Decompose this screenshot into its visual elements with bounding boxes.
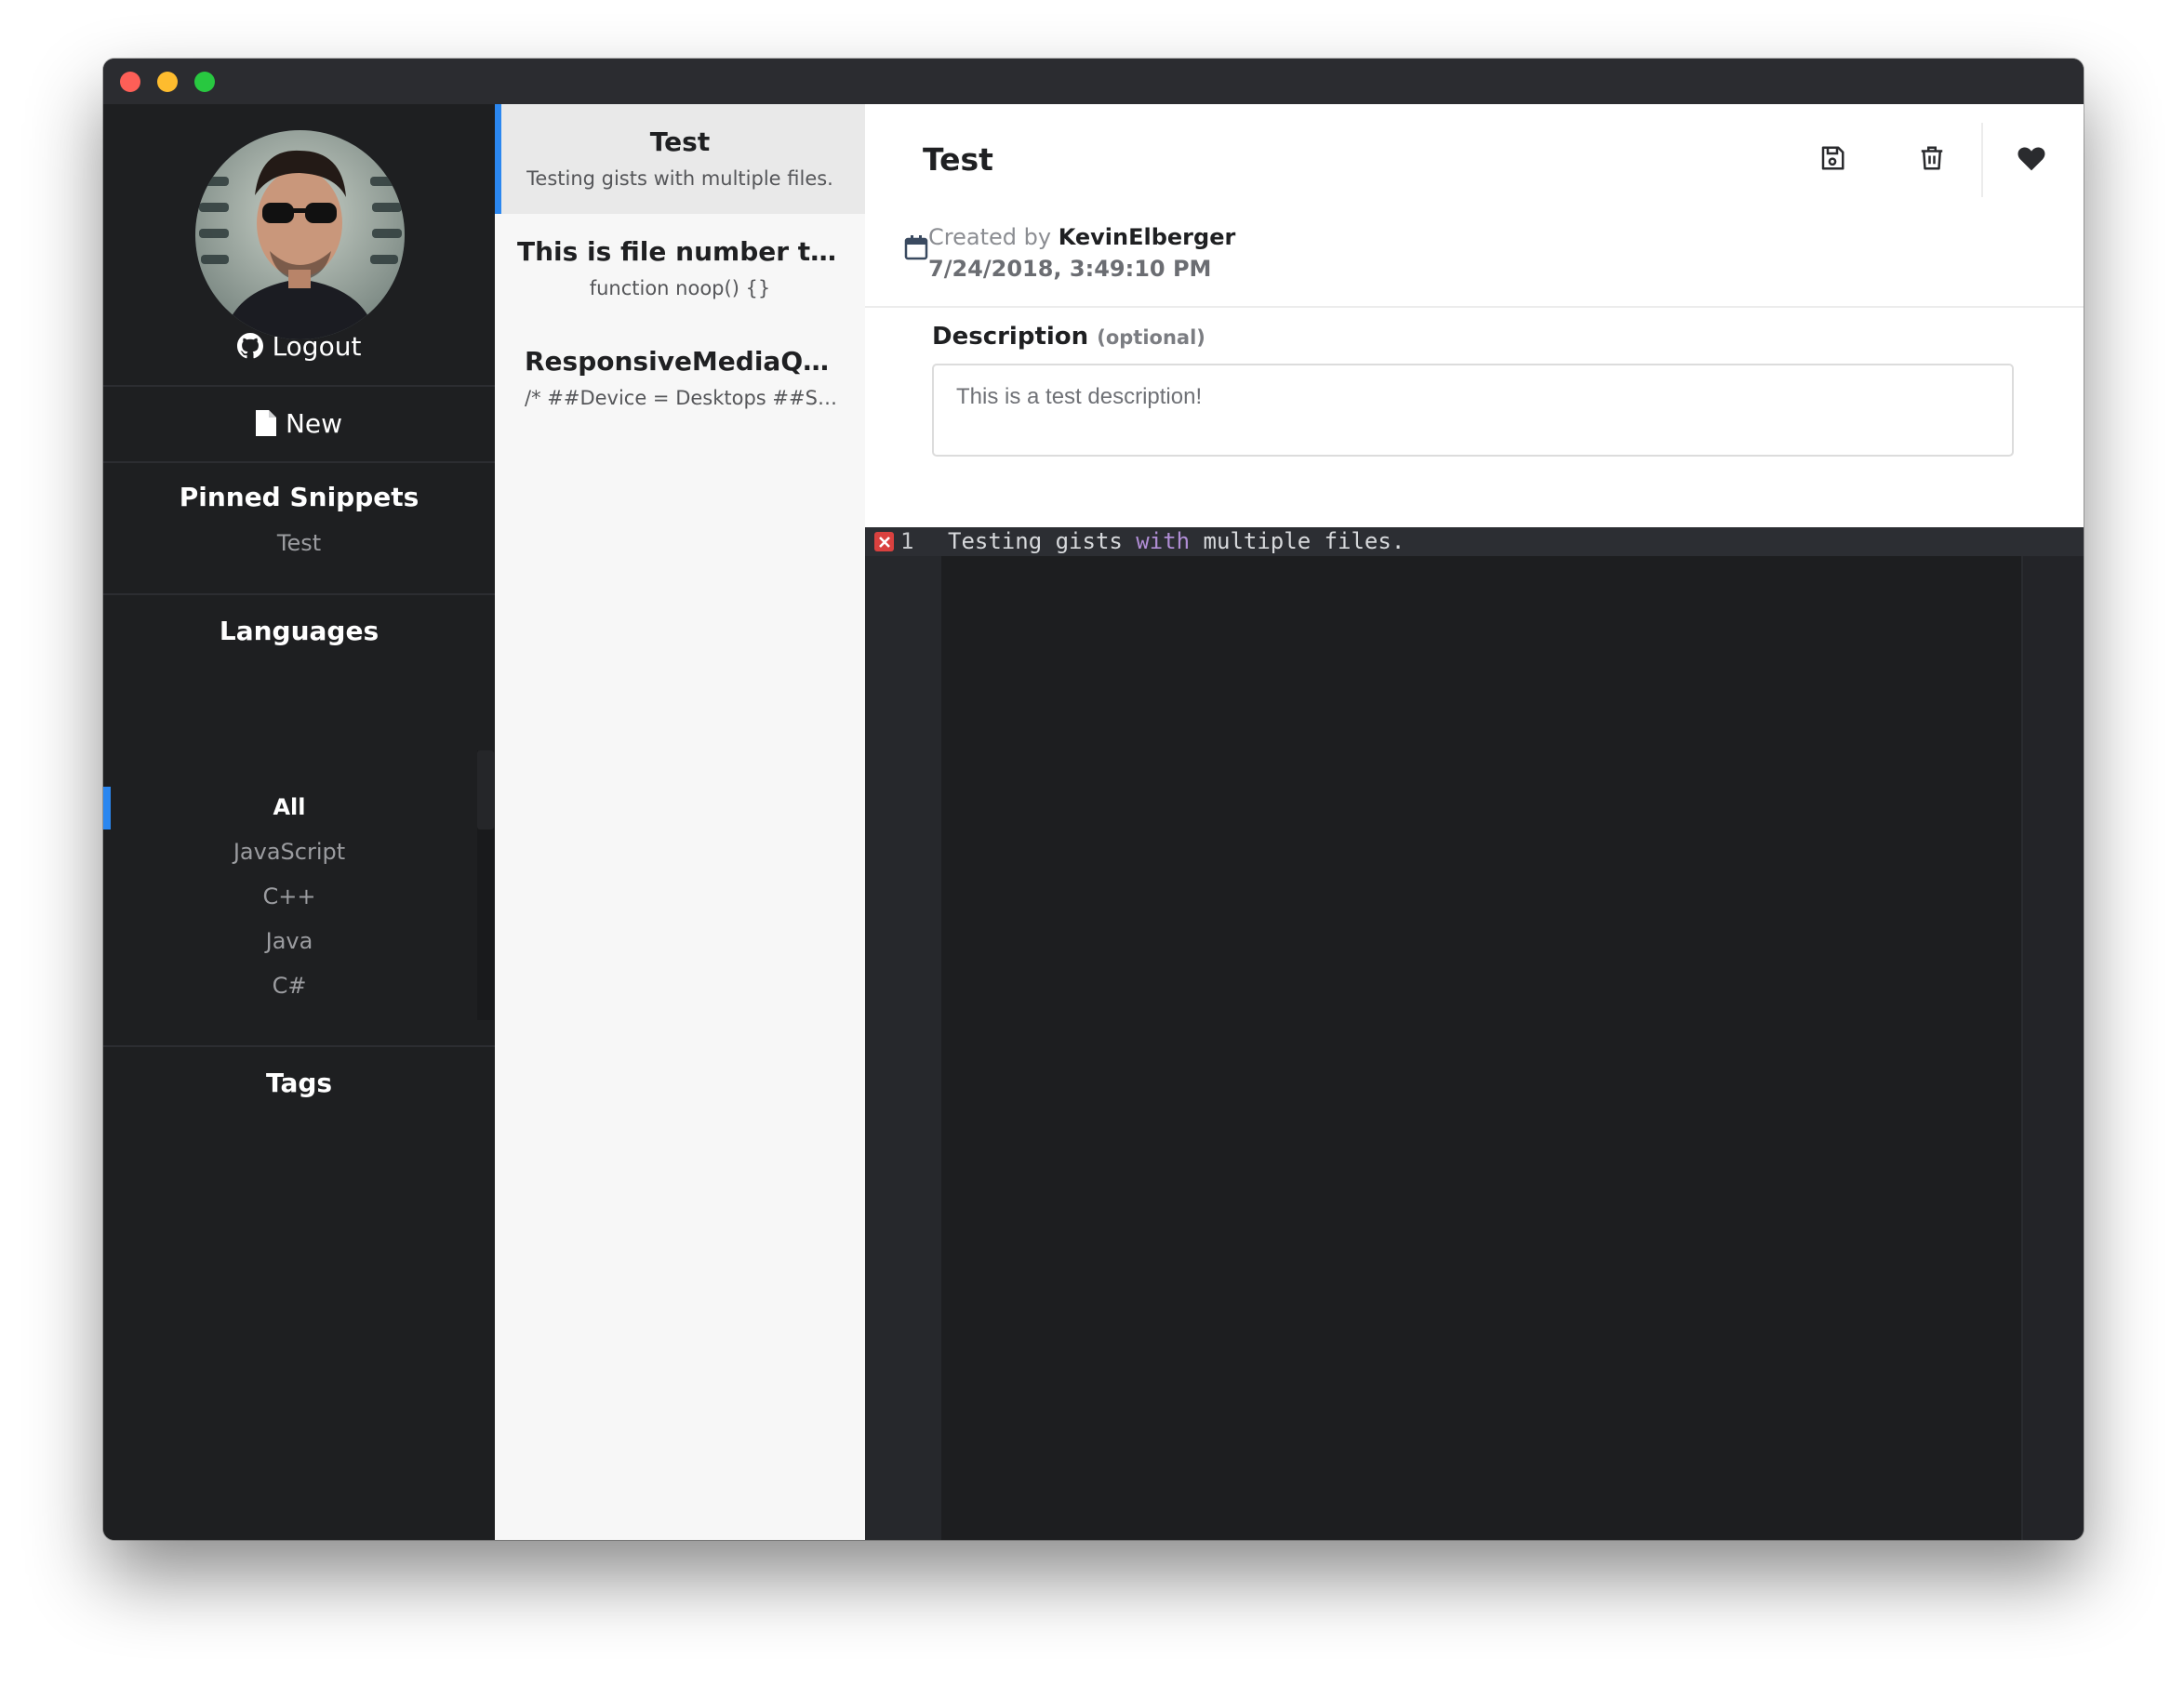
language-item-all[interactable]: All (103, 794, 475, 820)
code-line[interactable]: Testing gists with multiple files. (948, 527, 1405, 556)
divider (103, 593, 495, 595)
snippet-title[interactable]: Test (923, 141, 993, 178)
app-window: Logout New Pinned Snippets Test Language… (103, 59, 2084, 1540)
snippet-title: This is file number two.js (517, 236, 843, 267)
save-icon (1821, 146, 1844, 170)
languages-scrollbar[interactable] (477, 750, 494, 1020)
delete-button[interactable] (1911, 138, 1952, 179)
author-name: KevinElberger (1058, 224, 1236, 250)
avatar (195, 130, 405, 339)
logout-label: Logout (272, 330, 362, 362)
snippet-title: Test (649, 126, 711, 157)
sidebar: Logout New Pinned Snippets Test Language… (103, 104, 495, 1540)
snippet-list-item[interactable]: ResponsiveMediaQueries.css /* ##Device =… (495, 324, 865, 433)
language-item-csharp[interactable]: C# (103, 973, 475, 999)
save-button[interactable] (1812, 138, 1853, 179)
pin-button[interactable] (2011, 138, 2052, 179)
avatar-image (195, 130, 405, 339)
calendar-icon (904, 234, 928, 264)
minimize-window-button[interactable] (157, 72, 178, 92)
snippet-subtitle: Testing gists with multiple files. (526, 167, 833, 190)
zoom-window-button[interactable] (194, 72, 215, 92)
pinned-snippet-item[interactable]: Test (103, 530, 495, 556)
snippet-list-item[interactable]: Test Testing gists with multiple files. (495, 104, 865, 214)
snippet-list-item[interactable]: This is file number two.js function noop… (495, 214, 865, 324)
new-label: New (285, 407, 343, 439)
snippet-subtitle: function noop() {} (589, 277, 771, 299)
divider (103, 385, 495, 387)
description-label-text: Description (932, 323, 1089, 351)
created-by: Created by KevinElberger (928, 224, 1235, 250)
code-text: Testing gists (948, 528, 1137, 554)
language-item-java[interactable]: Java (103, 928, 475, 954)
language-item-javascript[interactable]: JavaScript (103, 839, 475, 865)
title-bar (103, 59, 2084, 104)
snippet-list: Test Testing gists with multiple files. … (495, 104, 865, 1540)
divider (103, 1045, 495, 1047)
divider (865, 306, 2084, 308)
error-icon[interactable] (874, 532, 894, 551)
description-input[interactable]: This is a test description! (932, 364, 2014, 457)
created-date: 7/24/2018, 3:49:10 PM (928, 256, 1212, 282)
trash-icon (1921, 146, 1943, 170)
tags-title: Tags (265, 1068, 333, 1098)
description-label: Description (optional) (932, 323, 1205, 351)
new-snippet-button[interactable]: New (103, 400, 495, 446)
editor-gutter (865, 527, 941, 1540)
scrollbar-thumb[interactable] (477, 750, 494, 829)
languages-title: Languages (219, 616, 380, 646)
snippet-subtitle: /* ##Device = Desktops ##Screen = 1281px… (525, 387, 837, 409)
editor-right-gutter (2023, 556, 2084, 1540)
divider (103, 461, 495, 463)
created-by-prefix: Created by (928, 224, 1052, 250)
description-optional: (optional) (1097, 326, 1205, 349)
code-keyword: with (1136, 528, 1191, 554)
line-number: 1 (900, 528, 914, 554)
language-item-cpp[interactable]: C++ (103, 883, 475, 909)
logout-button[interactable]: Logout (103, 323, 495, 369)
file-icon (255, 410, 276, 436)
code-text: multiple files. (1190, 528, 1405, 554)
selected-marker (495, 104, 501, 214)
snippet-title: ResponsiveMediaQueries.css (525, 346, 837, 377)
heart-icon (2018, 147, 2045, 171)
snippet-detail: Test Created by KevinElberger 7/24/2018,… (865, 104, 2084, 1540)
toolbar-separator (1981, 123, 1983, 197)
github-icon (236, 333, 263, 359)
pinned-snippets-title: Pinned Snippets (179, 482, 419, 512)
close-window-button[interactable] (120, 72, 140, 92)
code-editor[interactable]: 1 Testing gists with multiple files. (865, 527, 2084, 1540)
